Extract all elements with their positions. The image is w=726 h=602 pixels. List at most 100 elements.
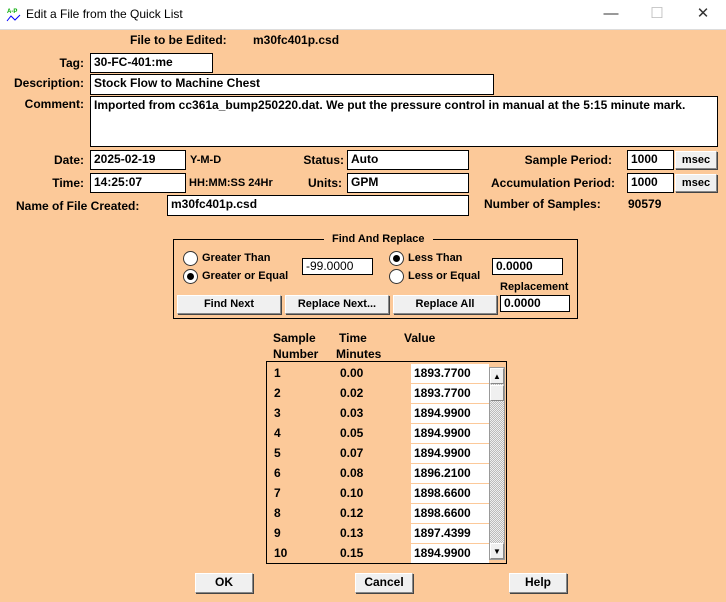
find-next-button[interactable]: Find Next (177, 295, 281, 314)
value-input[interactable]: 1894.9900 (411, 424, 489, 443)
date-label: Date: (53, 153, 84, 167)
time-label: Time: (52, 176, 84, 190)
app-icon: A-P (6, 9, 21, 22)
maximize-button[interactable]: ☐ (634, 4, 680, 26)
sample-number: 4 (274, 426, 281, 440)
comment-textarea[interactable]: Imported from cc361a_bump250220.dat. We … (90, 96, 718, 147)
greater-equal-radio[interactable] (183, 269, 198, 284)
replacement-input[interactable]: 0.0000 (500, 295, 570, 312)
file-to-edit-label: File to be Edited: (130, 33, 227, 47)
replace-all-button[interactable]: Replace All (393, 295, 497, 314)
status-input[interactable]: Auto (347, 150, 469, 170)
time-minutes: 0.10 (340, 486, 364, 500)
tag-input[interactable]: 30-FC-401:me (90, 53, 213, 73)
scroll-up-icon[interactable]: ▲ (490, 368, 504, 384)
units-label: Units: (308, 176, 342, 190)
sample-number: 5 (274, 446, 281, 460)
table-row: 10 0.15 1894.9900 (267, 544, 489, 564)
sample-number: 7 (274, 486, 281, 500)
samples-table: 1 0.00 1893.7700 2 0.02 1893.7700 3 0.03 1… (266, 361, 507, 564)
less-equal-radio[interactable] (389, 269, 404, 284)
time-minutes: 0.12 (340, 506, 364, 520)
comment-label: Comment: (24, 97, 84, 111)
lower-value-input[interactable]: -99.0000 (302, 258, 373, 275)
time-minutes: 0.15 (340, 546, 364, 560)
description-input[interactable]: Stock Flow to Machine Chest (90, 74, 494, 95)
sample-number: 8 (274, 506, 281, 520)
value-input[interactable]: 1896.2100 (411, 464, 489, 483)
less-than-radio[interactable] (389, 251, 404, 266)
scrollbar[interactable]: ▲ ▼ (489, 367, 505, 560)
less-equal-label[interactable]: Less or Equal (408, 269, 480, 283)
num-samples-label: Number of Samples: (484, 197, 601, 211)
value-input[interactable]: 1894.9900 (411, 404, 489, 423)
value-input[interactable]: 1893.7700 (411, 384, 489, 403)
sample-number: 10 (274, 546, 288, 560)
sample-period-input[interactable]: 1000 (627, 150, 674, 170)
sample-period-label: Sample Period: (524, 153, 612, 167)
upper-value-input[interactable]: 0.0000 (492, 258, 563, 275)
sample-period-unit-button[interactable]: msec (675, 151, 717, 169)
value-input[interactable]: 1898.6600 (411, 484, 489, 503)
sample-number: 3 (274, 406, 281, 420)
window-title: Edit a File from the Quick List (26, 7, 183, 21)
svg-text:A-P: A-P (7, 9, 17, 15)
scroll-down-icon[interactable]: ▼ (490, 543, 504, 559)
value-input[interactable]: 1897.4399 (411, 524, 489, 543)
time-minutes: 0.13 (340, 526, 364, 540)
table-row: 2 0.02 1893.7700 (267, 384, 489, 404)
ok-button[interactable]: OK (195, 573, 253, 593)
sample-number: 6 (274, 466, 281, 480)
num-samples-value: 90579 (628, 197, 662, 211)
sample-number: 2 (274, 386, 281, 400)
header-number: Number (273, 347, 319, 361)
replacement-label: Replacement (500, 281, 569, 293)
cancel-button[interactable]: Cancel (355, 573, 413, 593)
value-input[interactable]: 1898.6600 (411, 504, 489, 523)
time-minutes: 0.05 (340, 426, 364, 440)
file-created-input[interactable]: m30fc401p.csd (167, 195, 469, 216)
help-button[interactable]: Help (509, 573, 567, 593)
sample-number: 9 (274, 526, 281, 540)
accumulation-period-unit-button[interactable]: msec (675, 174, 717, 192)
minimize-button[interactable]: — (588, 4, 634, 26)
table-row: 5 0.07 1894.9900 (267, 444, 489, 464)
title-bar: A-P Edit a File from the Quick List — ☐ … (0, 0, 726, 30)
date-format-hint: Y-M-D (190, 154, 222, 166)
close-button[interactable]: ✕ (680, 4, 726, 26)
date-input[interactable]: 2025-02-19 (90, 150, 186, 170)
table-row: 4 0.05 1894.9900 (267, 424, 489, 444)
time-minutes: 0.07 (340, 446, 364, 460)
greater-equal-label[interactable]: Greater or Equal (202, 269, 288, 283)
accumulation-period-input[interactable]: 1000 (627, 173, 674, 193)
greater-than-radio[interactable] (183, 251, 198, 266)
scroll-thumb[interactable] (490, 385, 504, 401)
sample-number: 1 (274, 366, 281, 380)
header-time: Time (339, 331, 367, 345)
value-input[interactable]: 1893.7700 (411, 364, 489, 383)
greater-than-label[interactable]: Greater Than (202, 251, 270, 265)
file-created-label: Name of File Created: (16, 199, 140, 213)
header-minutes: Minutes (336, 347, 382, 361)
time-minutes: 0.02 (340, 386, 364, 400)
table-row: 8 0.12 1898.6600 (267, 504, 489, 524)
table-row: 6 0.08 1896.2100 (267, 464, 489, 484)
less-than-label[interactable]: Less Than (408, 251, 462, 265)
file-to-edit-value: m30fc401p.csd (253, 33, 340, 47)
value-input[interactable]: 1894.9900 (411, 444, 489, 463)
time-input[interactable]: 14:25:07 (90, 173, 186, 193)
table-row: 9 0.13 1897.4399 (267, 524, 489, 544)
time-minutes: 0.00 (340, 366, 364, 380)
value-input[interactable]: 1894.9900 (411, 544, 489, 563)
tag-label: Tag: (59, 56, 84, 70)
time-minutes: 0.08 (340, 466, 364, 480)
table-row: 1 0.00 1893.7700 (267, 364, 489, 384)
replace-next-button[interactable]: Replace Next... (285, 295, 389, 314)
status-label: Status: (303, 153, 344, 167)
table-row: 7 0.10 1898.6600 (267, 484, 489, 504)
table-row: 3 0.03 1894.9900 (267, 404, 489, 424)
find-replace-title: Find And Replace (324, 232, 433, 246)
find-replace-group: Find And Replace Greater Than Greater or… (173, 232, 578, 319)
accumulation-period-label: Accumulation Period: (490, 176, 615, 190)
header-sample: Sample (273, 331, 316, 345)
